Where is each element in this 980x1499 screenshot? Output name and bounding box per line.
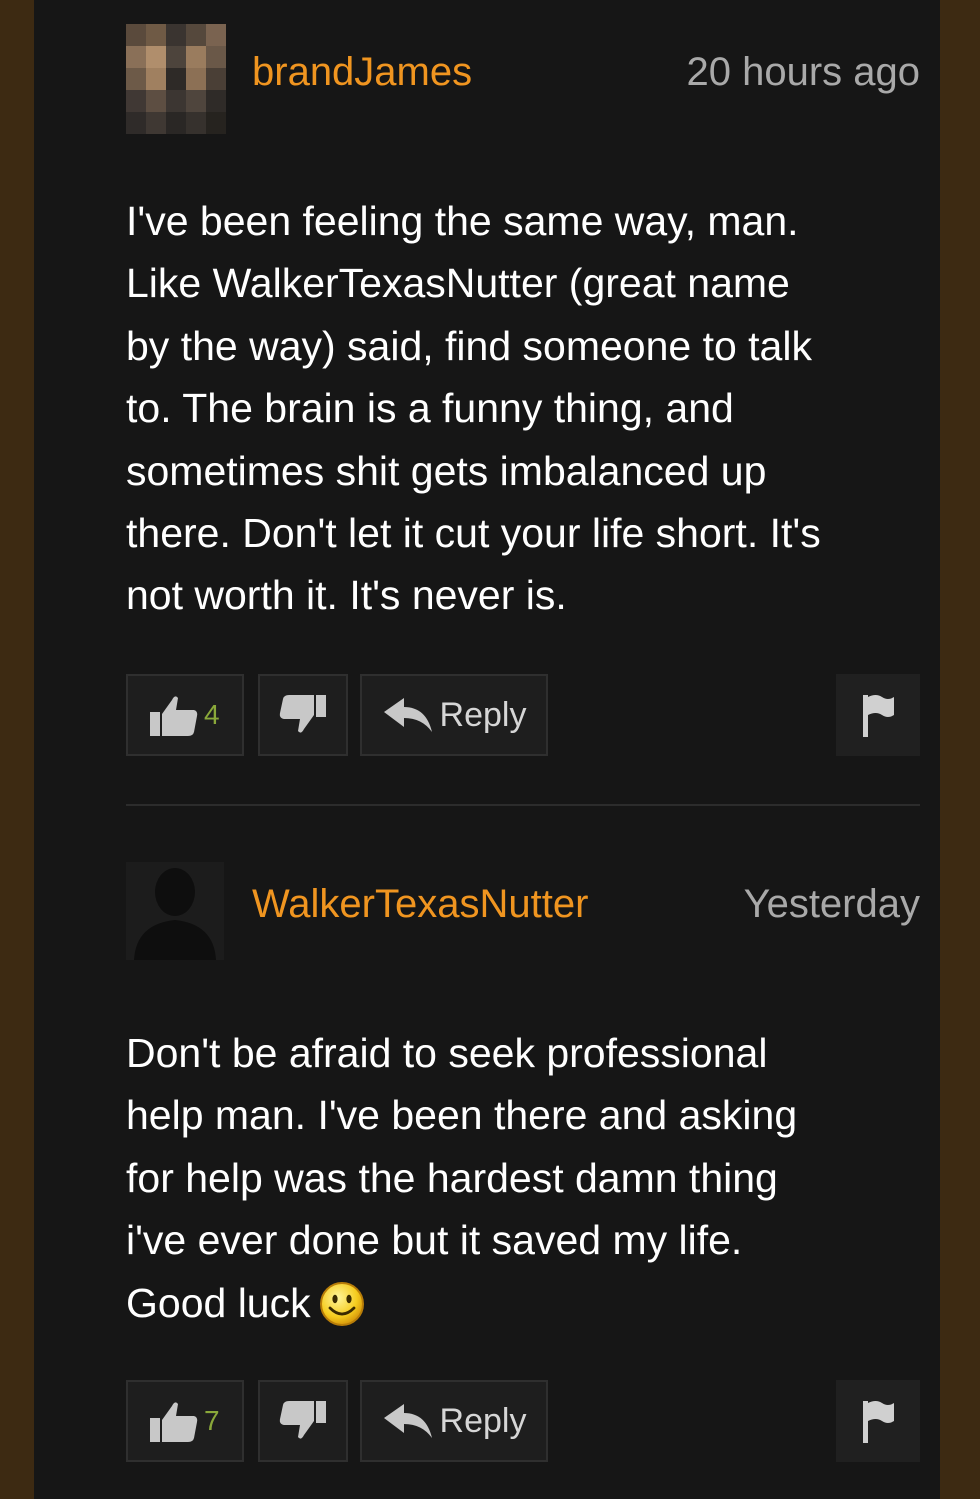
upvote-count: 7 bbox=[204, 1405, 220, 1436]
reply-label: Reply bbox=[439, 695, 527, 734]
upvote-button[interactable]: 7 bbox=[126, 1380, 244, 1462]
reply-button[interactable]: Reply bbox=[360, 1380, 548, 1462]
comment-actions: 4 Reply bbox=[126, 674, 920, 760]
left-frame-border bbox=[0, 0, 34, 1499]
downvote-button[interactable] bbox=[258, 674, 348, 756]
thumbs-down-icon bbox=[279, 695, 326, 733]
comment-divider bbox=[126, 804, 920, 806]
upvote-count: 4 bbox=[204, 699, 220, 730]
thumbs-up-icon bbox=[150, 696, 198, 736]
comment-text: I've been feeling the same way, man. Lik… bbox=[126, 198, 821, 619]
comments-panel: brandJames 20 hours ago I've been feelin… bbox=[34, 0, 940, 1499]
flag-icon bbox=[863, 1401, 894, 1443]
username[interactable]: WalkerTexasNutter bbox=[252, 882, 588, 927]
right-frame-border bbox=[940, 0, 980, 1499]
avatar[interactable] bbox=[126, 862, 224, 960]
comment-text-content: Don't be afraid to seek professional hel… bbox=[126, 1030, 798, 1326]
timestamp: Yesterday bbox=[743, 882, 920, 926]
flag-button[interactable] bbox=[836, 1380, 920, 1462]
thumbs-down-icon bbox=[279, 1401, 326, 1439]
reply-button[interactable]: Reply bbox=[360, 674, 548, 756]
flag-button[interactable] bbox=[836, 674, 920, 756]
comment-text: Don't be afraid to seek professional hel… bbox=[126, 1022, 920, 1334]
default-avatar-icon bbox=[126, 862, 224, 960]
reply-arrow-icon bbox=[383, 1404, 432, 1438]
comment-actions: 7 Reply bbox=[126, 1380, 920, 1466]
timestamp: 20 hours ago bbox=[686, 50, 920, 94]
reply-arrow-icon bbox=[383, 698, 432, 732]
downvote-button[interactable] bbox=[258, 1380, 348, 1462]
reply-label: Reply bbox=[439, 1401, 527, 1440]
upvote-button[interactable]: 4 bbox=[126, 674, 244, 756]
thumbs-up-icon bbox=[150, 1402, 198, 1442]
avatar[interactable] bbox=[126, 24, 226, 136]
username[interactable]: brandJames bbox=[252, 50, 472, 95]
smiley-emoji-icon bbox=[319, 1281, 364, 1326]
flag-icon bbox=[863, 695, 894, 737]
